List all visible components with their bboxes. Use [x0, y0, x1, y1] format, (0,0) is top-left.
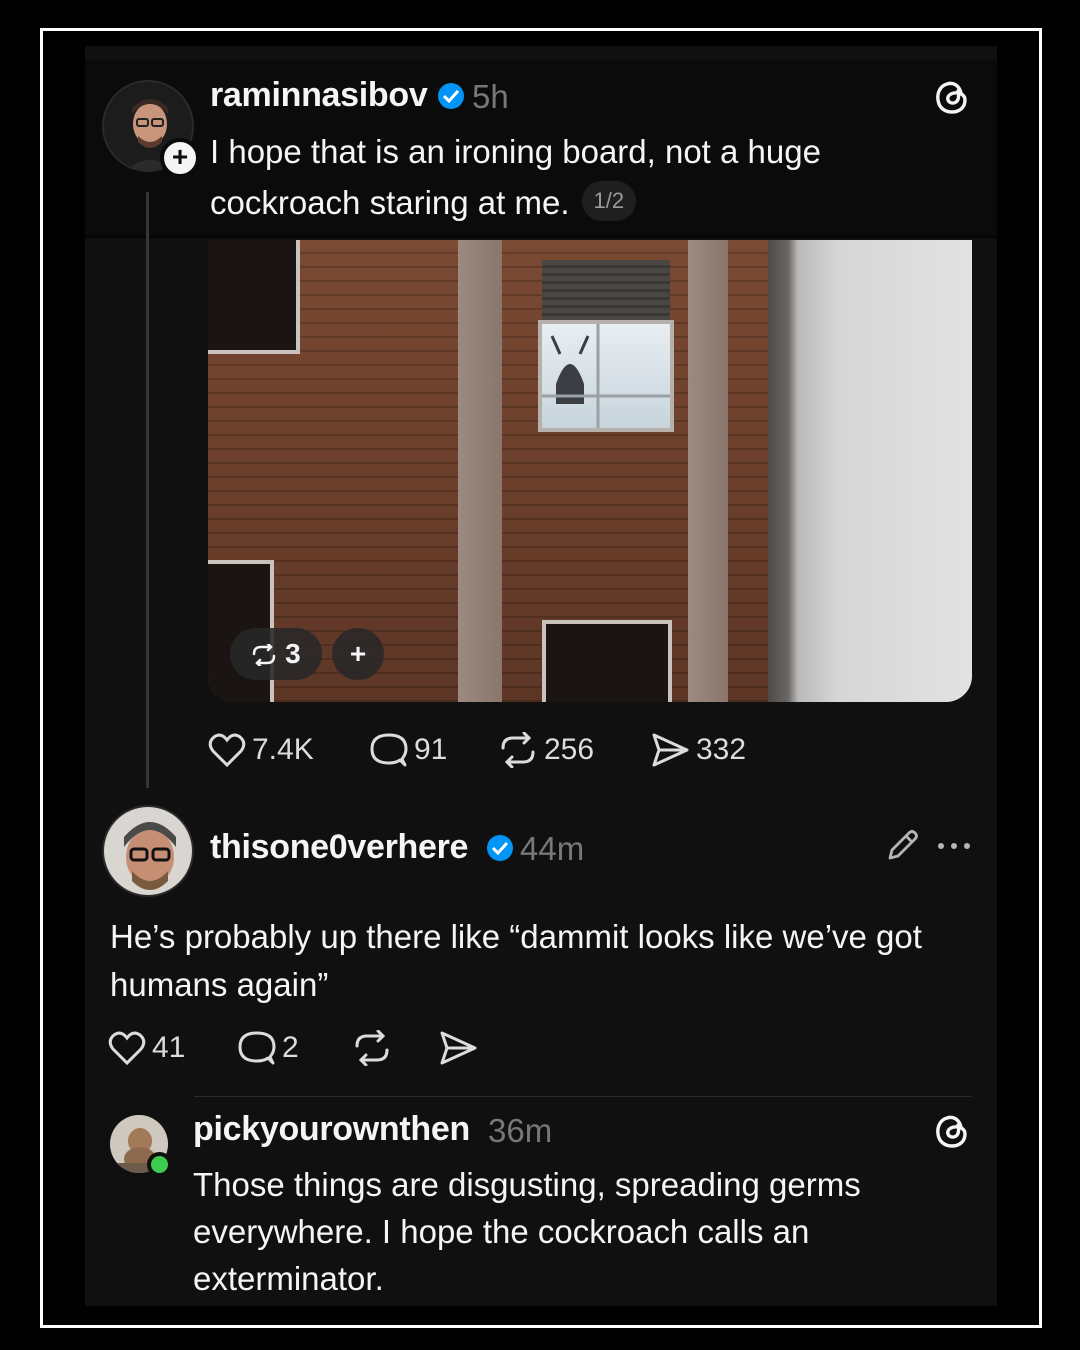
share-icon — [440, 1031, 477, 1065]
post-reply-count: 91 — [414, 733, 448, 766]
building-edge — [768, 240, 972, 702]
reply-author-avatar[interactable] — [102, 805, 194, 897]
reply-username[interactable]: thisone0verhere — [210, 828, 468, 867]
sub-reply-username[interactable]: pickyourownthen — [193, 1110, 470, 1149]
reply-reply-button[interactable]: 2 — [238, 1030, 299, 1066]
post-text: I hope that is an ironing board, not a h… — [210, 126, 930, 228]
verified-badge-icon — [438, 83, 464, 109]
online-status-indicator — [147, 1152, 172, 1177]
post-username[interactable]: raminnasibov — [210, 76, 428, 115]
post-reply-button[interactable]: 91 — [370, 732, 447, 768]
reply-share-button[interactable] — [438, 1030, 478, 1066]
post-like-count: 7.4K — [252, 733, 314, 766]
thread-connector-line — [146, 192, 149, 788]
more-options-icon[interactable] — [936, 838, 972, 854]
verified-badge-icon — [487, 835, 513, 861]
reply-divider — [194, 1096, 972, 1097]
window-top-left — [208, 240, 300, 354]
heart-icon — [108, 1031, 146, 1066]
media-add-button[interactable]: + — [332, 628, 384, 680]
post-share-count: 332 — [696, 733, 747, 766]
wall-pillar — [458, 240, 502, 702]
post-timestamp: 5h — [472, 78, 509, 115]
threads-logo-icon — [936, 81, 967, 114]
reply-repost-button[interactable] — [352, 1030, 392, 1066]
post-media-image[interactable]: 3 + — [208, 240, 972, 702]
post-text-content: I hope that is an ironing board, not a h… — [210, 133, 821, 221]
reply-reply-count: 2 — [282, 1031, 299, 1064]
threads-logo-icon — [936, 1115, 967, 1148]
wall-pillar — [688, 240, 728, 702]
post-repost-button[interactable]: 256 — [498, 732, 594, 768]
comment-icon — [238, 1031, 276, 1065]
comment-icon — [370, 733, 408, 767]
reply-timestamp: 44m — [520, 830, 585, 867]
lit-window — [538, 320, 674, 432]
follow-plus-icon[interactable]: + — [160, 138, 200, 178]
repost-icon — [253, 642, 276, 668]
media-repost-count: 3 — [285, 638, 301, 669]
reply-text: He’s probably up there like “dammit look… — [110, 918, 922, 1003]
window-bottom-center — [542, 620, 672, 702]
post-repost-count: 256 — [544, 733, 595, 766]
post-like-button[interactable]: 7.4K — [208, 732, 314, 768]
share-icon — [652, 733, 689, 767]
sub-reply-timestamp: 36m — [488, 1112, 553, 1149]
reply-like-count: 41 — [152, 1031, 186, 1064]
media-repost-chip[interactable]: 3 — [230, 628, 322, 680]
repost-icon — [355, 1030, 389, 1066]
repost-icon — [501, 732, 535, 768]
heart-icon — [208, 733, 246, 768]
post-share-button[interactable]: 332 — [650, 732, 746, 768]
reply-like-button[interactable]: 41 — [108, 1030, 185, 1066]
edit-pencil-icon[interactable] — [884, 828, 920, 864]
sub-reply-text: Those things are disgusting, spreading g… — [193, 1166, 861, 1297]
post-pager[interactable]: 1/2 — [581, 181, 637, 222]
